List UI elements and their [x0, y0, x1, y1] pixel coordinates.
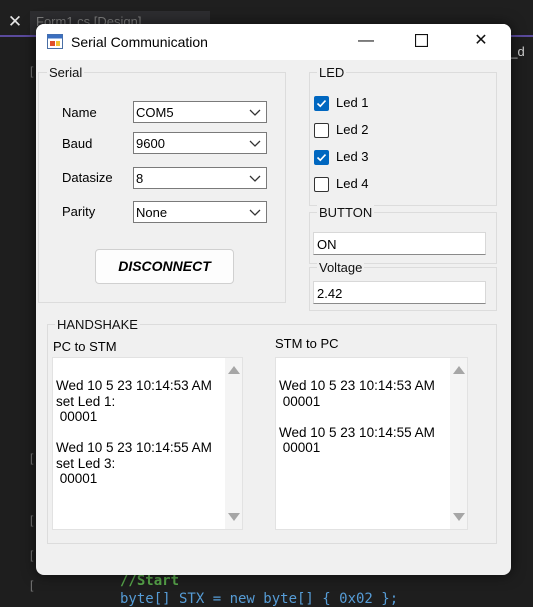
- gutter-fold-mark[interactable]: [: [30, 578, 40, 592]
- form-app-icon: [47, 34, 63, 49]
- led2-checkbox[interactable]: Led 2: [314, 122, 394, 140]
- chevron-down-icon[interactable]: [249, 106, 261, 118]
- chevron-down-icon[interactable]: [249, 172, 261, 184]
- checkbox-unchecked[interactable]: [314, 177, 329, 192]
- serial-group-label: Serial: [47, 65, 84, 80]
- close-button[interactable]: ✕: [458, 24, 504, 58]
- button-group-label: BUTTON: [317, 205, 374, 220]
- code-line: byte[] STX = new byte[] { 0x02 };: [120, 591, 398, 607]
- datasize-label: Datasize: [62, 170, 113, 185]
- checkmark-icon: [315, 151, 328, 164]
- pc-to-stm-text: Wed 10 5 23 10:14:53 AM set Led 1: 0000…: [56, 378, 212, 487]
- checkbox-checked[interactable]: [314, 96, 329, 111]
- serial-communication-window: Serial Communication — ✕ Serial Name COM…: [36, 24, 511, 575]
- baud-combo[interactable]: 9600: [133, 132, 267, 154]
- name-label: Name: [62, 105, 97, 120]
- led4-checkbox[interactable]: Led 4: [314, 176, 394, 194]
- pc-to-stm-label: PC to STM: [53, 339, 117, 354]
- parity-label: Parity: [62, 204, 95, 219]
- pc-to-stm-log[interactable]: Wed 10 5 23 10:14:53 AM set Led 1: 0000…: [52, 357, 243, 530]
- port-name-combo[interactable]: COM5: [133, 101, 267, 123]
- button-state-value: ON: [317, 237, 337, 252]
- voltage-value: 2.42: [317, 286, 342, 301]
- vertical-scrollbar[interactable]: [225, 358, 242, 529]
- maximize-button[interactable]: [398, 24, 444, 58]
- chevron-down-icon[interactable]: [249, 137, 261, 149]
- checkbox-unchecked[interactable]: [314, 123, 329, 138]
- chevron-down-icon[interactable]: [249, 206, 261, 218]
- minimize-button[interactable]: —: [343, 24, 389, 58]
- window-title: Serial Communication: [71, 34, 208, 50]
- disconnect-button[interactable]: DISCONNECT: [95, 249, 234, 284]
- checkbox-checked[interactable]: [314, 150, 329, 165]
- led-group-label: LED: [317, 65, 346, 80]
- baud-label: Baud: [62, 136, 92, 151]
- stm-to-pc-log[interactable]: Wed 10 5 23 10:14:53 AM 00001 Wed 10 5…: [275, 357, 468, 530]
- datasize-value: 8: [136, 171, 143, 186]
- led1-label: Led 1: [336, 95, 369, 110]
- code-comment: //Start: [120, 573, 179, 589]
- stm-to-pc-label: STM to PC: [275, 336, 339, 351]
- parity-value: None: [136, 205, 167, 220]
- led3-label: Led 3: [336, 149, 369, 164]
- maximize-icon: [415, 34, 428, 47]
- led3-checkbox[interactable]: Led 3: [314, 149, 394, 167]
- led4-label: Led 4: [336, 176, 369, 191]
- led2-label: Led 2: [336, 122, 369, 137]
- scroll-up-icon[interactable]: [228, 366, 240, 374]
- scroll-up-icon[interactable]: [453, 366, 465, 374]
- handshake-group-label: HANDSHAKE: [55, 317, 140, 332]
- scroll-down-icon[interactable]: [453, 513, 465, 521]
- button-state-field[interactable]: ON: [313, 232, 486, 255]
- scroll-down-icon[interactable]: [228, 513, 240, 521]
- baud-value: 9600: [136, 136, 165, 151]
- close-tab-icon[interactable]: ✕: [0, 8, 30, 36]
- voltage-field[interactable]: 2.42: [313, 281, 486, 304]
- stm-to-pc-text: Wed 10 5 23 10:14:53 AM 00001 Wed 10 5…: [279, 378, 435, 456]
- port-name-value: COM5: [136, 105, 174, 120]
- title-bar[interactable]: Serial Communication — ✕: [36, 24, 511, 60]
- vertical-scrollbar[interactable]: [450, 358, 467, 529]
- parity-combo[interactable]: None: [133, 201, 267, 223]
- datasize-combo[interactable]: 8: [133, 167, 267, 189]
- voltage-group-label: Voltage: [317, 260, 364, 275]
- checkmark-icon: [315, 97, 328, 110]
- led1-checkbox[interactable]: Led 1: [314, 95, 394, 113]
